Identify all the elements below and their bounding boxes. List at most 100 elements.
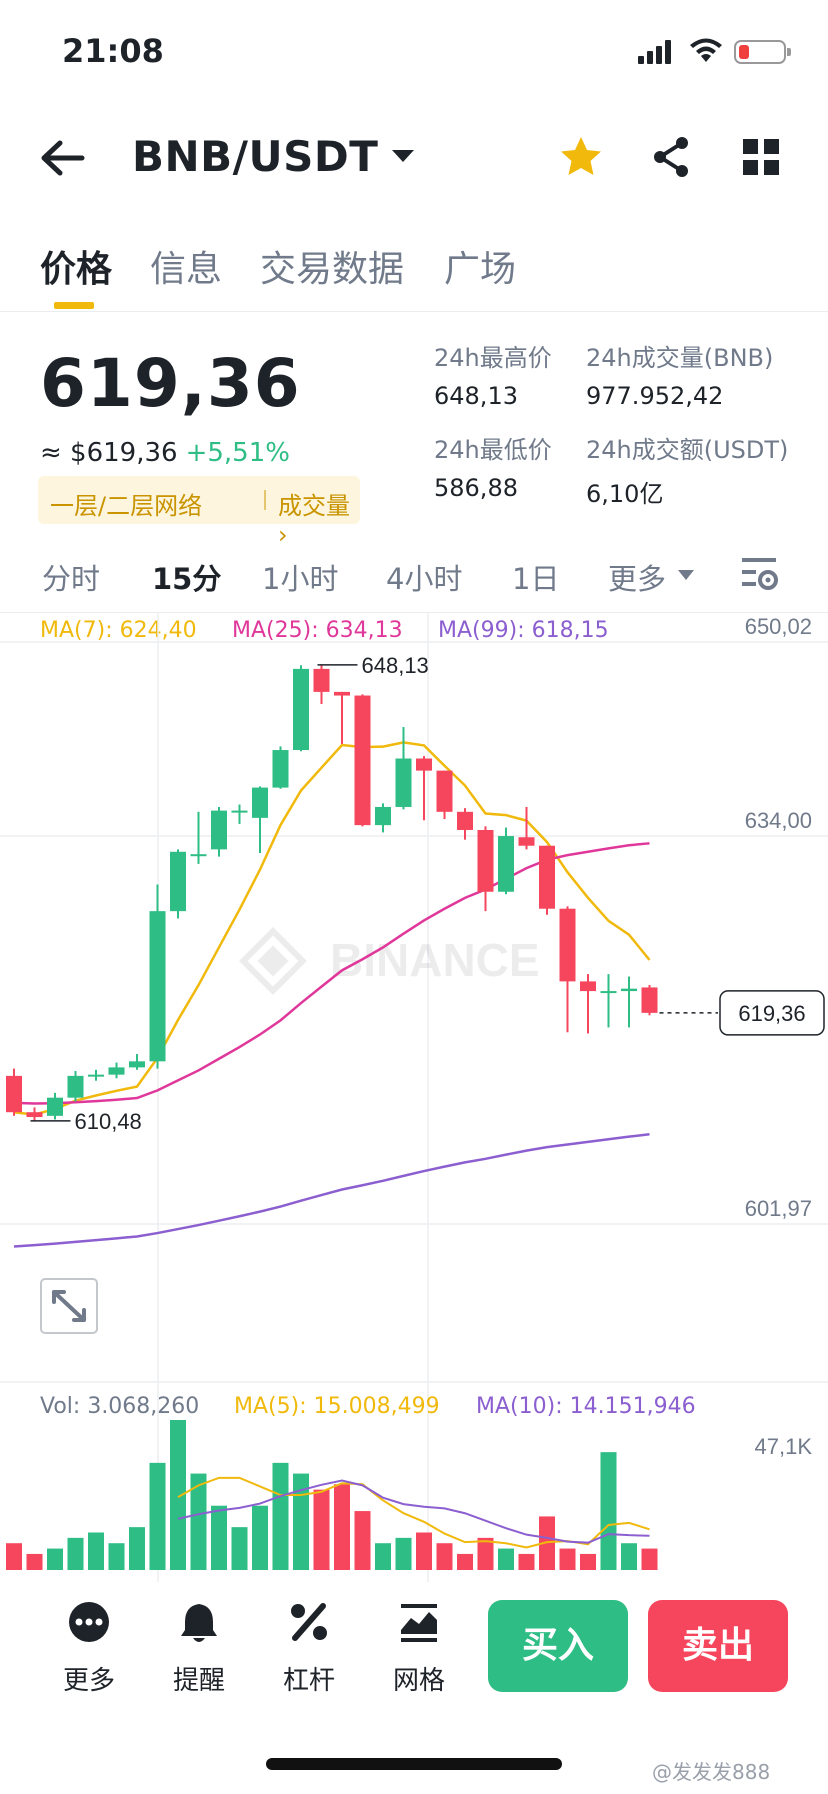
candle-body (621, 988, 637, 992)
candle-body (416, 758, 432, 771)
interval-more-caret-icon[interactable] (678, 570, 694, 580)
candle-body (108, 1067, 125, 1075)
chart-settings-icon[interactable] (740, 554, 780, 594)
more-button[interactable]: 更多 (44, 1600, 134, 1696)
tab-square[interactable]: 广场 (444, 240, 516, 292)
status-bar: 21:08 (0, 0, 828, 100)
candle-body (395, 758, 412, 807)
volume-bar (26, 1553, 43, 1570)
alert-button[interactable]: 提醒 (154, 1600, 244, 1696)
candle-body (272, 750, 289, 788)
price-axis-label: 601,97 (745, 1196, 812, 1221)
vol-ma10-line (177, 1479, 650, 1544)
tab-info[interactable]: 信息 (150, 240, 222, 292)
fiat-value: ≈ $619,36 (40, 438, 178, 468)
binance-watermark-logo: BINANCE (239, 927, 540, 995)
volume-bar (375, 1543, 391, 1570)
last-price: 619,36 (40, 345, 301, 422)
interval-more[interactable]: 更多 (608, 556, 666, 598)
candle-body (436, 770, 453, 812)
volume-bar (621, 1543, 637, 1570)
volume-bar (395, 1537, 412, 1570)
volume-bar (231, 1527, 248, 1570)
volume-bar (477, 1537, 494, 1570)
ma7-line (13, 741, 651, 1116)
low-price-label: 610,48 (75, 1109, 142, 1134)
candle-body (231, 810, 248, 813)
interval-1h[interactable]: 1小时 (262, 556, 338, 598)
candle-body (375, 806, 391, 826)
expand-chart-icon[interactable] (40, 1278, 98, 1334)
volume-bar (518, 1553, 535, 1570)
candle-body (518, 837, 535, 846)
candle-body (252, 787, 268, 818)
back-arrow-icon[interactable] (40, 138, 86, 178)
volume-bar (641, 1548, 658, 1570)
ma99-line (13, 1133, 650, 1248)
volume-link[interactable]: 成交量 › (278, 486, 360, 549)
price-axis-label: 650,02 (745, 614, 812, 639)
sell-button[interactable]: 卖出 (648, 1600, 788, 1692)
wifi-icon (690, 38, 722, 62)
stat-turnover-value: 6,10亿 (586, 480, 664, 508)
volume-bar (457, 1553, 473, 1570)
candle-body (498, 836, 514, 892)
grid-label: 网格 (392, 1666, 445, 1696)
candle-body (354, 695, 371, 826)
candle-body (149, 911, 166, 1062)
candle-body (457, 811, 473, 830)
volume-bar (88, 1532, 104, 1570)
volume-bar (334, 1484, 350, 1570)
leverage-button[interactable]: 杠杆 (264, 1600, 354, 1696)
bell-icon (181, 1604, 217, 1642)
candle-body (190, 854, 207, 857)
buy-button[interactable]: 买入 (488, 1600, 628, 1692)
tag-divider (264, 490, 266, 510)
pair-dropdown-caret-icon[interactable] (392, 150, 414, 162)
interval-time-sharing[interactable]: 分时 (42, 556, 100, 598)
candlestick-chart[interactable]: 650,02 634,00 601,97 BINANCE 648,13 610,48 6… (0, 612, 828, 1582)
volume-bar (252, 1505, 268, 1570)
volume-bar (313, 1489, 330, 1570)
candle-body (47, 1097, 63, 1116)
leverage-label: 杠杆 (282, 1666, 335, 1696)
candle-body (293, 668, 309, 751)
candle-body (600, 991, 617, 994)
stat-volume-label: 24h成交量(BNB) (586, 344, 774, 372)
volume-bar (67, 1537, 84, 1570)
high-price-label: 648,13 (362, 653, 429, 678)
category-tag-label[interactable]: 一层/二层网络 (50, 486, 202, 521)
tab-trading-data[interactable]: 交易数据 (260, 240, 404, 292)
trading-pair-title[interactable]: BNB/USDT (132, 132, 378, 181)
volume-bar (108, 1543, 125, 1570)
volume-bar (354, 1511, 371, 1570)
volume-bar (600, 1452, 617, 1570)
price-change-percent: +5,51% (185, 438, 290, 468)
tab-price[interactable]: 价格 (40, 240, 112, 292)
volume-bar (129, 1527, 145, 1570)
candle-body (641, 987, 658, 1013)
favorite-star-icon[interactable] (558, 134, 604, 180)
candle-body (6, 1075, 22, 1113)
candle-body (539, 845, 555, 909)
grid-menu-icon[interactable] (738, 134, 784, 180)
candle-body (580, 981, 596, 992)
stat-high-label: 24h最高价 (434, 344, 552, 372)
interval-1d[interactable]: 1日 (512, 556, 559, 598)
interval-4h[interactable]: 4小时 (386, 556, 462, 598)
vol-ma10-legend: MA(10): 14.151,946 (476, 1394, 696, 1419)
share-icon[interactable] (648, 134, 694, 180)
home-indicator[interactable] (266, 1758, 562, 1770)
candle-body (559, 908, 576, 982)
candle-body (313, 668, 330, 692)
grid-chart-icon (401, 1604, 437, 1642)
grid-trading-button[interactable]: 网格 (374, 1600, 464, 1696)
stat-volume-value: 977.952,42 (586, 382, 724, 410)
category-tag[interactable]: 一层/二层网络 成交量 › (38, 476, 360, 549)
header: BNB/USDT (0, 110, 828, 206)
interval-15m[interactable]: 15分 (152, 556, 221, 598)
volume-bar (211, 1505, 227, 1570)
candle-body (170, 851, 186, 912)
volume-bar (559, 1548, 576, 1570)
active-tab-indicator (54, 302, 94, 309)
